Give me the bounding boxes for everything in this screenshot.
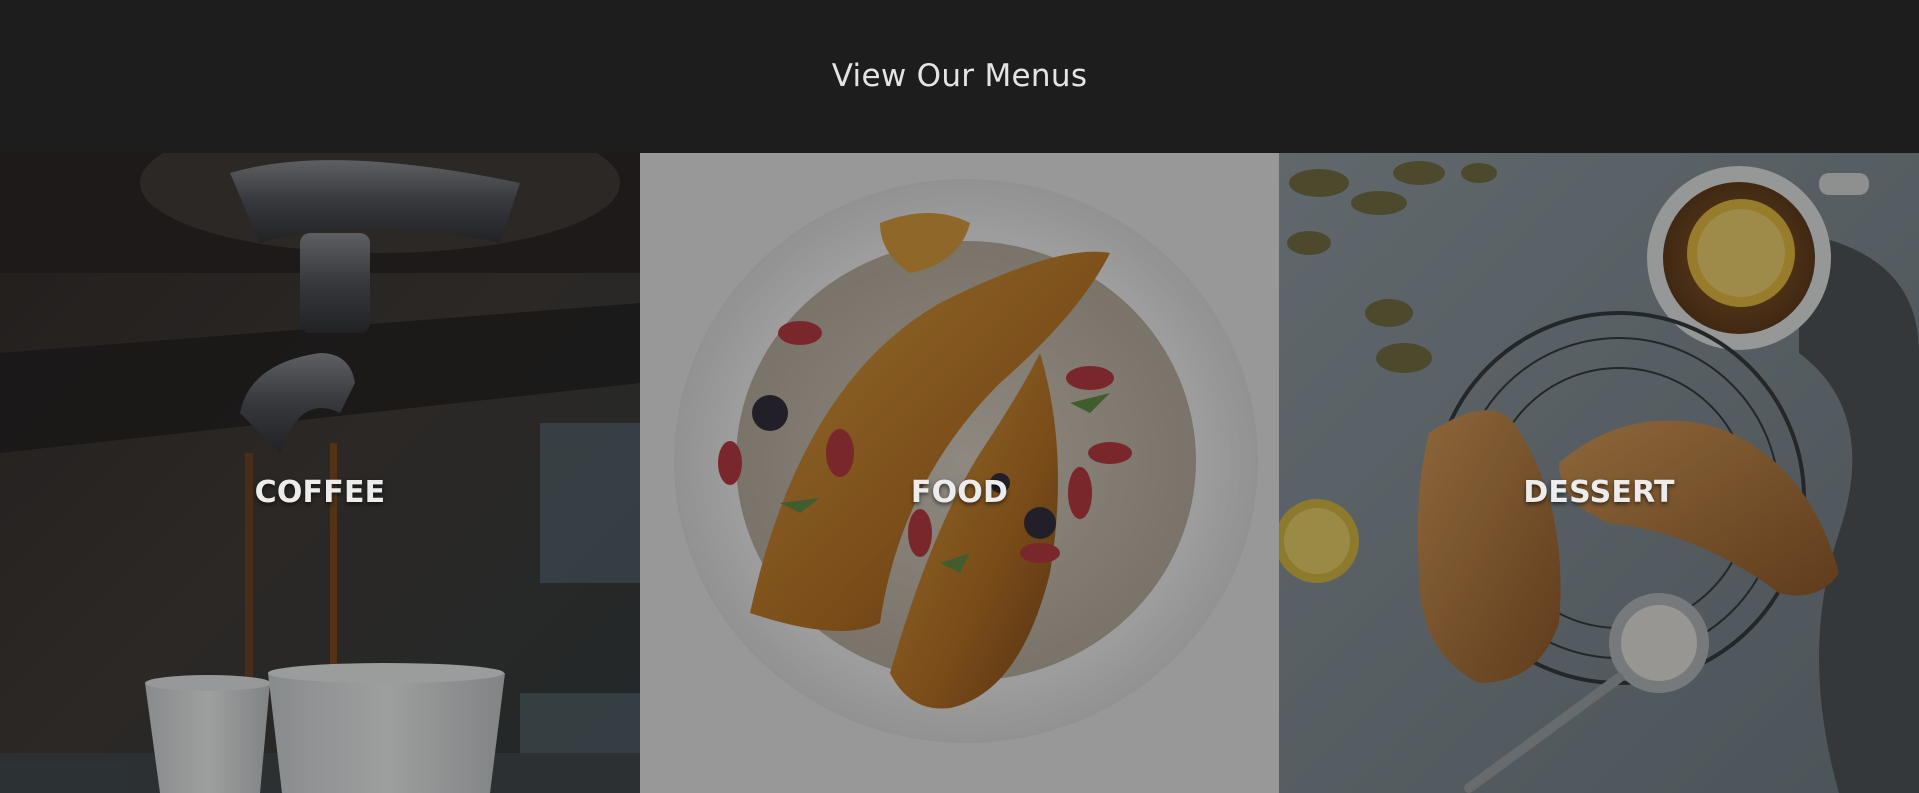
- menu-label-dessert: DESSERT: [1523, 475, 1675, 510]
- image-overlay: [0, 153, 640, 793]
- menu-tile-dessert[interactable]: DESSERT: [1279, 153, 1919, 793]
- section-title: View Our Menus: [831, 57, 1088, 94]
- menu-label-food: FOOD: [910, 475, 1009, 510]
- menu-gallery: COFFEE FOOD DESSERT: [0, 153, 1919, 793]
- menu-label-coffee: COFFEE: [254, 475, 386, 510]
- menu-tile-food[interactable]: FOOD: [640, 153, 1279, 793]
- menus-header: View Our Menus: [0, 0, 1919, 153]
- image-overlay: [640, 153, 1279, 793]
- menu-tile-coffee[interactable]: COFFEE: [0, 153, 640, 793]
- image-overlay: [1279, 153, 1919, 793]
